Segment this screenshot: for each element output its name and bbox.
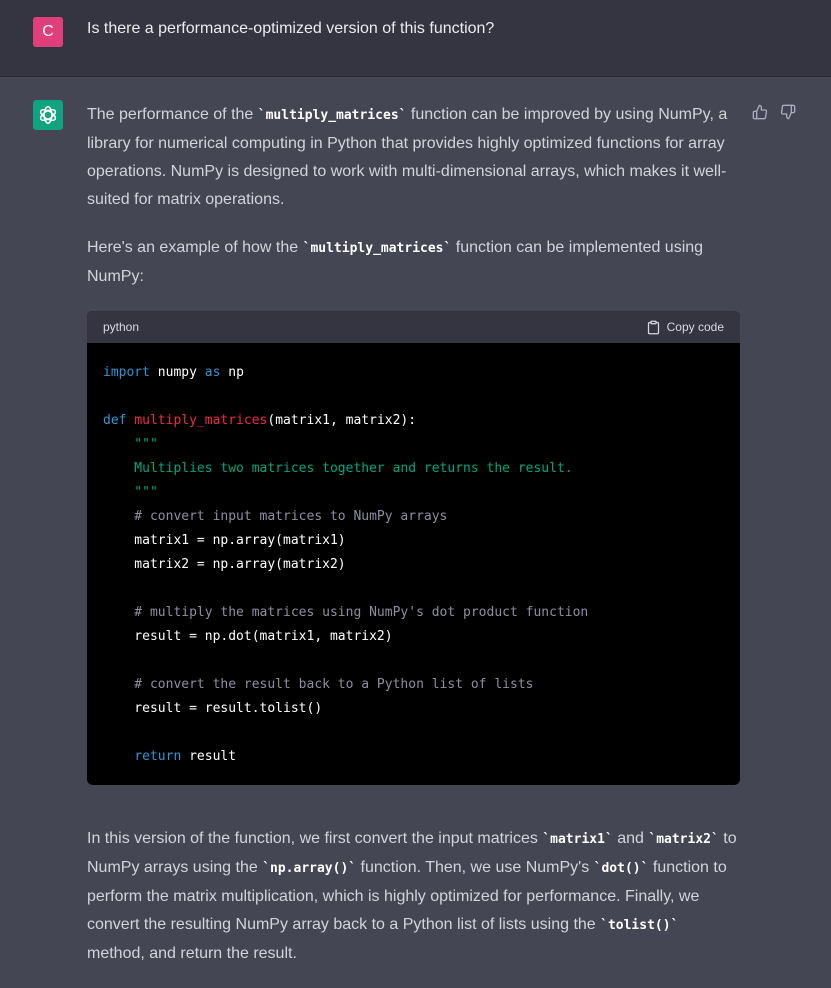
code-block: python Copy code import numpy as np def … [87, 311, 740, 785]
clipboard-icon [647, 320, 659, 334]
code-comment: # convert the result back to a Python li… [103, 677, 534, 692]
code-keyword: def [103, 413, 127, 428]
user-message-text: Is there a performance-optimized version… [87, 20, 495, 37]
text-segment: In this version of the function, we firs… [87, 830, 543, 847]
code-text: result [181, 749, 237, 764]
assistant-message-row: The performance of the `multiply_matrice… [0, 77, 831, 962]
code-function-name: multiply_matrices [134, 413, 268, 428]
user-message-row: C Is there a performance-optimized versi… [0, 0, 831, 77]
inline-code: `matrix1` [542, 832, 613, 847]
inline-code: `dot()` [593, 861, 649, 876]
text-segment: and [612, 830, 649, 847]
assistant-message-content: The performance of the `multiply_matrice… [87, 101, 740, 988]
inline-code: `np.array()` [262, 861, 357, 876]
code-text: numpy [149, 365, 205, 380]
code-keyword: as [204, 365, 221, 380]
inline-code: `tolist()` [600, 918, 679, 933]
inline-code: `matrix2` [648, 832, 719, 847]
feedback-controls [752, 104, 796, 120]
code-keyword: import [103, 365, 150, 380]
paragraph-explanation: In this version of the function, we firs… [87, 825, 737, 968]
text-segment: The performance of the [87, 106, 258, 123]
thumbs-up-icon[interactable] [752, 104, 768, 120]
inline-code: `multiply_matrices` [257, 108, 407, 123]
code-content: import numpy as np def multiply_matrices… [87, 343, 740, 785]
copy-code-label: Copy code [666, 320, 724, 334]
code-comment: # multiply the matrices using NumPy's do… [103, 605, 589, 620]
code-text: matrix2 = np.array(matrix2) [103, 557, 346, 572]
code-comment: # convert input matrices to NumPy arrays [103, 509, 448, 524]
text-segment: function. Then, we use NumPy's [356, 859, 594, 876]
code-language-label: python [103, 320, 140, 334]
text-segment: Here's an example of how the [87, 239, 303, 256]
code-text: result = np.dot(matrix1, matrix2) [103, 629, 393, 644]
code-block-header: python Copy code [87, 311, 740, 343]
code-docstring: """ [103, 485, 158, 500]
code-docstring: Multiplies two matrices together and ret… [103, 461, 573, 476]
inline-code: `multiply_matrices` [302, 241, 452, 256]
code-text: result = result.tolist() [103, 701, 323, 716]
text-segment: method, and return the result. [87, 945, 297, 962]
code-docstring: """ [103, 437, 158, 452]
paragraph-intro: The performance of the `multiply_matrice… [87, 101, 737, 214]
paragraph-example: Here's an example of how the `multiply_m… [87, 234, 737, 291]
code-text: (matrix1, matrix2): [267, 413, 417, 428]
thumbs-down-icon[interactable] [780, 104, 796, 120]
openai-logo-icon [39, 106, 57, 124]
assistant-avatar [33, 100, 63, 130]
copy-code-button[interactable]: Copy code [646, 313, 724, 341]
code-keyword: return [134, 749, 182, 764]
code-text: matrix1 = np.array(matrix1) [103, 533, 346, 548]
code-text: np [220, 365, 244, 380]
user-avatar: C [33, 17, 63, 47]
